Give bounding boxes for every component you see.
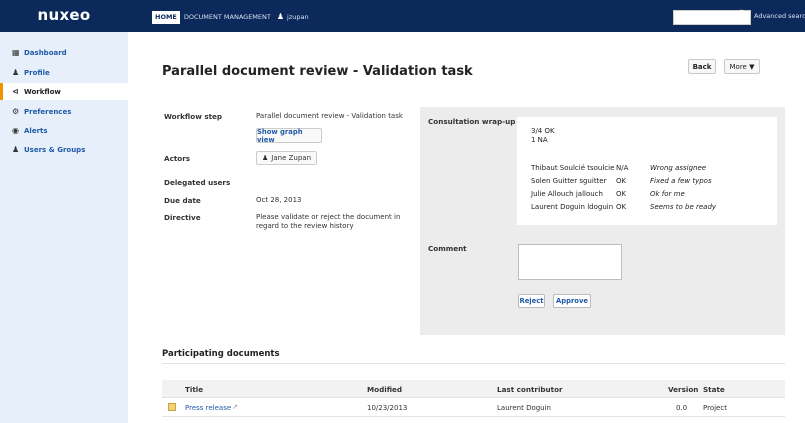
more-dropdown-button[interactable]: More ▼ [724,59,760,74]
actor-name: Jane Zupan [271,154,312,162]
review-note: Wrong assignee [650,164,707,172]
document-title-link[interactable]: Press release [185,404,231,412]
workflow-step-label: Workflow step [164,112,223,121]
participating-documents-title: Participating documents [162,349,280,359]
users-icon: ♟ [12,145,20,154]
comment-label: Comment [428,244,467,253]
sidebar-item-label: Workflow [24,87,61,96]
review-name: Solen Guitter sguitter [531,177,607,185]
review-status: OK [616,177,627,185]
sidebar-item-label: Alerts [24,126,48,135]
nuxeo-logo[interactable]: nuxeo [0,0,128,32]
nav-user-name: jzupan [287,13,309,21]
review-note: Ok for me [650,190,685,198]
review-status: N/A [616,164,629,172]
grid-icon: ▦ [12,48,20,57]
due-date-value: Oct 28, 2013 [256,196,302,204]
review-status: OK [616,203,627,211]
document-version: 0.0 [676,404,688,412]
directive-label: Directive [164,213,201,222]
column-header-state[interactable]: State [703,385,725,394]
column-header-version[interactable]: Version [668,385,698,394]
column-header-last-contributor[interactable]: Last contributor [497,385,563,394]
external-link-icon[interactable]: ↗ [232,403,238,411]
consultation-wrapup-label: Consultation wrap-up [428,117,516,126]
approve-button[interactable]: Approve [553,294,591,308]
show-graph-view-button[interactable]: Show graph view [256,128,322,144]
tally-na: 1 NA [531,136,548,144]
document-state: Project [703,404,727,412]
back-button[interactable]: Back [688,59,716,74]
section-divider [162,363,785,364]
sidebar-item-users-groups[interactable]: ♟ Users & Groups [0,141,128,158]
sidebar-item-preferences[interactable]: ⚙ Preferences [0,103,128,120]
sidebar-item-workflow[interactable]: ⊲ Workflow [0,83,128,100]
review-status: OK [616,190,627,198]
sidebar-item-label: Users & Groups [24,145,86,154]
review-name: Julie Allouch jallouch [531,190,603,198]
user-icon: ♟ [262,154,269,162]
user-icon: ♟ [12,68,20,77]
column-header-modified[interactable]: Modified [367,385,402,394]
broadcast-icon: ◉ [12,126,19,135]
sidebar-item-alerts[interactable]: ◉ Alerts [0,122,128,139]
workflow-step-value: Parallel document review - Validation ta… [256,112,403,120]
nav-user-link[interactable]: ♟ jzupan [277,11,309,23]
advanced-search-link[interactable]: Advanced search [754,12,805,20]
delegated-users-label: Delegated users [164,178,231,187]
reject-button[interactable]: Reject [518,294,545,308]
sidebar-item-label: Dashboard [24,48,67,57]
tally-ok: 3/4 OK [531,127,555,135]
column-header-title[interactable]: Title [185,385,203,394]
review-note: Fixed a few typos [650,177,712,185]
sidebar-item-dashboard[interactable]: ▦ Dashboard [0,44,128,61]
sidebar-item-label: Preferences [24,107,72,116]
document-contributor: Laurent Doguin [497,404,551,412]
comment-textarea[interactable] [518,244,622,280]
sidebar-item-label: Profile [24,68,50,77]
directive-value: Please validate or reject the document i… [256,213,401,230]
nav-document-management-tab[interactable]: DOCUMENT MANAGEMENT [184,11,271,23]
sidebar: ▦ Dashboard ♟ Profile ⊲ Workflow ⚙ Prefe… [0,32,128,423]
share-icon: ⊲ [12,87,19,96]
nav-home-tab[interactable]: HOME [152,10,180,24]
main-nav: HOME DOCUMENT MANAGEMENT ♟ jzupan [152,10,309,24]
due-date-label: Due date [164,196,201,205]
sidebar-item-profile[interactable]: ♟ Profile [0,64,128,81]
actors-label: Actors [164,154,191,163]
actor-chip[interactable]: ♟ Jane Zupan [256,151,318,165]
review-name: Thibaut Soulcié tsoulcie [531,164,615,172]
page-title: Parallel document review - Validation ta… [162,64,473,79]
document-modified: 10/23/2013 [367,404,408,412]
top-bar: nuxeo HOME DOCUMENT MANAGEMENT ♟ jzupan … [0,0,805,32]
table-row-divider [162,416,785,417]
review-name: Laurent Doguin ldoguin [531,203,614,211]
gear-icon: ⚙ [12,107,20,116]
note-document-icon [168,403,176,411]
review-note: Seems to be ready [650,203,717,211]
user-icon: ♟ [276,12,285,21]
search-icon[interactable]: ⚲ [738,9,745,20]
